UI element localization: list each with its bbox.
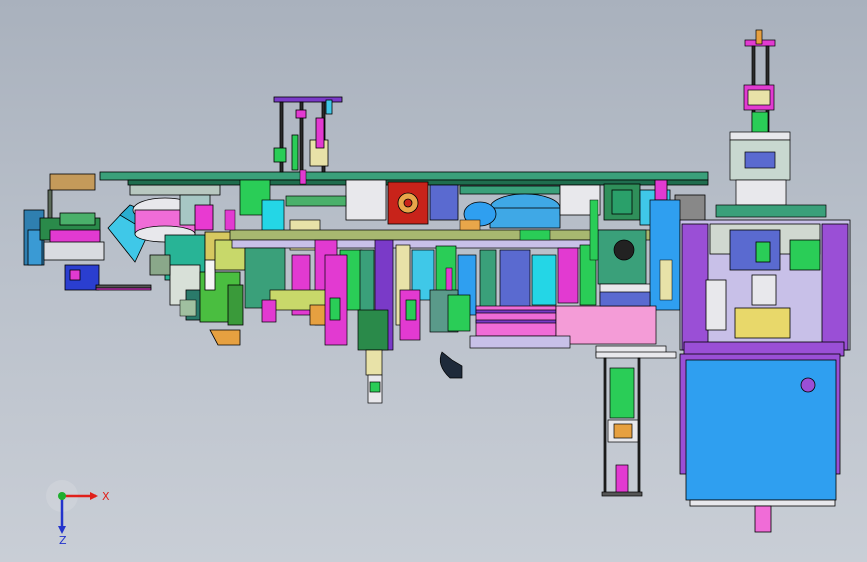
bottom-actuator <box>595 351 677 497</box>
z-axis-label: Z <box>59 534 67 547</box>
orientation-triad: X Z <box>46 480 110 547</box>
machine-assembly-drawing <box>23 29 851 533</box>
z-axis-arrow-icon <box>58 526 66 534</box>
right-tower <box>715 29 827 218</box>
left-feeder-assembly <box>23 173 246 346</box>
x-axis-label: X <box>102 490 110 503</box>
x-axis-arrow-icon <box>90 492 98 500</box>
y-axis-dot-icon <box>58 492 66 500</box>
right-cabinet <box>679 219 851 533</box>
cad-viewport[interactable]: X Z <box>0 0 867 562</box>
